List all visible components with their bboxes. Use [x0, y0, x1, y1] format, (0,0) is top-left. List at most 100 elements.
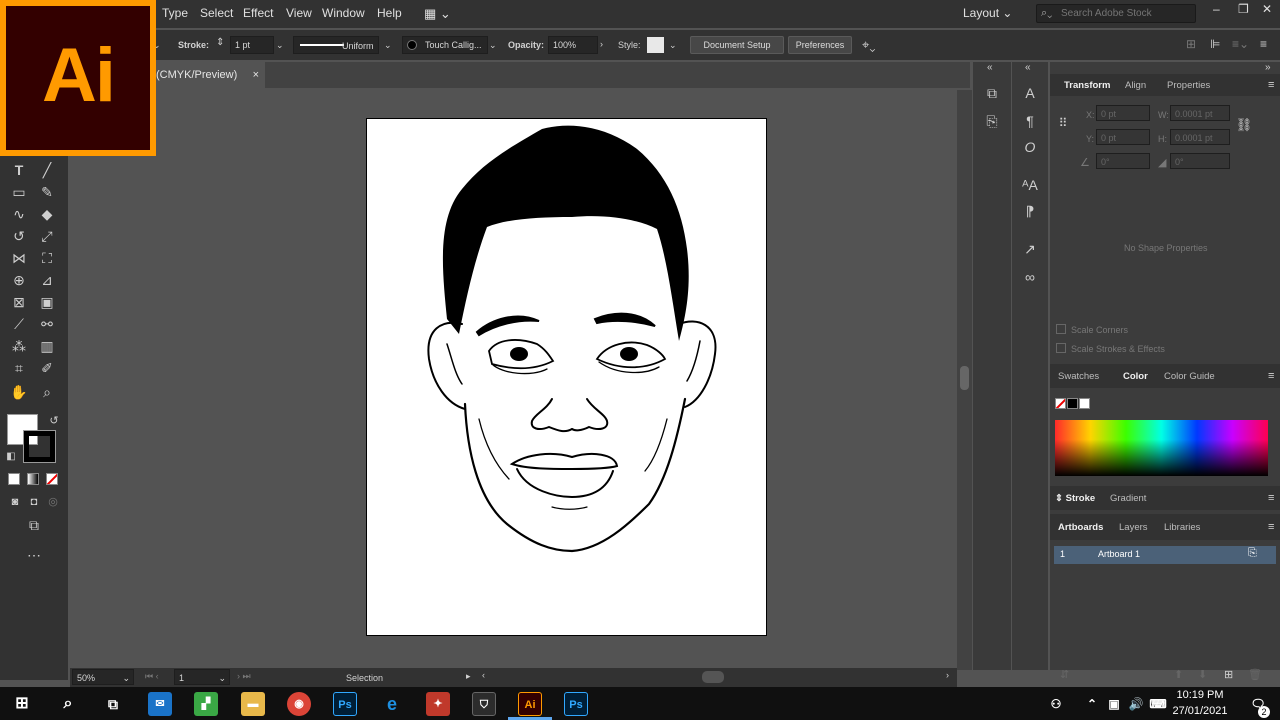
menu-help[interactable]: Help [377, 6, 402, 20]
last-artboard-icon[interactable]: › ⏭ [237, 671, 251, 682]
shaper-tool-icon[interactable]: ∿ [9, 205, 29, 223]
menu-window[interactable]: Window [322, 6, 365, 20]
shear-field[interactable]: 0° [1170, 153, 1230, 169]
menu-type[interactable]: Type [162, 6, 188, 20]
line-tool-icon[interactable]: ╱ [37, 161, 57, 179]
status-menu-icon[interactable]: ▸ [466, 671, 471, 682]
photoshop-icon[interactable]: Ps [333, 692, 357, 716]
tab-layers[interactable]: Layers [1119, 522, 1148, 533]
mesh-tool-icon[interactable]: ⊠ [9, 293, 29, 311]
assets-dock-icon[interactable]: ⎘ [982, 112, 1002, 130]
document-setup-button[interactable]: Document Setup [690, 36, 784, 54]
scroll-left-icon[interactable]: ‹ [482, 670, 485, 680]
color-mode-icon[interactable] [8, 473, 20, 485]
transform-menu-icon[interactable]: ≡ [1268, 79, 1274, 91]
slice-tool-icon[interactable]: ✐ [37, 359, 57, 377]
preferences-button[interactable]: Preferences [788, 36, 852, 54]
x-field[interactable]: 0 pt [1096, 105, 1150, 121]
hand-tool-icon[interactable]: ✋ [9, 383, 29, 401]
w-field[interactable]: 0.0001 pt [1170, 105, 1230, 121]
tab-color-guide[interactable]: Color Guide [1164, 371, 1215, 382]
document-tab[interactable]: (CMYK/Preview) × [150, 62, 265, 88]
h-field[interactable]: 0.0001 pt [1170, 129, 1230, 145]
character-panel-icon[interactable]: A [1020, 84, 1040, 102]
export-icon[interactable]: ↗ [1020, 240, 1040, 258]
zoom-tool-icon[interactable]: ⌕ [37, 383, 57, 401]
move-down-icon[interactable]: ⬇ [1198, 668, 1207, 681]
network-icon[interactable]: ▣ [1102, 692, 1126, 716]
none-swatch[interactable] [1055, 398, 1066, 409]
swap-fill-stroke-icon[interactable]: ↺ [44, 412, 64, 430]
stroke-menu-icon[interactable]: ≡ [1268, 492, 1274, 504]
draw-inside-icon[interactable]: ◎ [43, 493, 63, 511]
blend-tool-icon[interactable]: ⚯ [37, 315, 57, 333]
control-menu-icon[interactable]: ≡⌄ [1232, 37, 1249, 51]
photoshop-taskbar-icon-2[interactable]: Ps [564, 692, 588, 716]
tab-stroke[interactable]: ⇕ Stroke [1055, 493, 1095, 504]
move-up-icon[interactable]: ⬆ [1174, 668, 1183, 681]
free-transform-tool-icon[interactable]: ⛶ [37, 249, 57, 267]
scale-corners-checkbox[interactable] [1056, 324, 1066, 334]
artboard-row-name[interactable]: Artboard 1 [1098, 549, 1140, 559]
tab-swatches[interactable]: Swatches [1058, 371, 1099, 382]
vertical-scrollbar[interactable] [957, 90, 972, 670]
more-tools-icon[interactable]: ⋯ [24, 546, 44, 564]
angle-field[interactable]: 0° [1096, 153, 1150, 169]
edge-icon[interactable]: e [380, 692, 404, 716]
mail-icon[interactable]: ✉ [148, 692, 172, 716]
chrome-icon[interactable]: ◉ [287, 692, 311, 716]
eyedropper-tool-icon[interactable]: ⟋ [9, 315, 29, 333]
panel-menu-icon[interactable]: ≡ [1260, 37, 1267, 51]
rearrange-icon[interactable]: ⇵ [1060, 668, 1069, 681]
tab-color[interactable]: Color [1123, 371, 1148, 382]
scroll-right-icon[interactable]: › [946, 670, 949, 680]
shape-builder-tool-icon[interactable]: ⊕ [9, 271, 29, 289]
close-tab-icon[interactable]: × [253, 62, 259, 88]
app-icon[interactable]: ▞ [194, 692, 218, 716]
draw-normal-icon[interactable]: ◙ [5, 493, 25, 511]
rectangle-tool-icon[interactable]: ▭ [9, 183, 29, 201]
collapse-panels-icon[interactable]: » [1265, 62, 1271, 73]
opacity-field[interactable]: 100% [548, 36, 598, 54]
artboard-canvas[interactable] [366, 118, 767, 636]
artboards-menu-icon[interactable]: ≡ [1268, 521, 1274, 533]
tab-align[interactable]: Align [1125, 80, 1146, 91]
stroke-stepper-icon[interactable]: ⇕ [216, 37, 224, 48]
scale-strokes-checkbox[interactable] [1056, 343, 1066, 353]
gradient-mode-icon[interactable] [27, 473, 39, 485]
style-dropdown-icon[interactable]: ⌄ [669, 40, 677, 51]
artboard-number-field[interactable]: 1 ⌄ [174, 669, 230, 685]
gift-app-icon[interactable]: ✦ [426, 692, 450, 716]
artboard-options-icon[interactable]: ⎘ [1248, 547, 1257, 560]
close-window-icon[interactable]: ✕ [1262, 2, 1272, 16]
type-tool-icon[interactable]: T [9, 161, 29, 179]
artboard-row[interactable]: 1 Artboard 1 ⎘ [1054, 546, 1276, 564]
tab-libraries[interactable]: Libraries [1164, 522, 1200, 533]
taskbar-date[interactable]: 27/01/2021 [1172, 705, 1228, 717]
show-hidden-icons[interactable]: ⌃ [1080, 692, 1104, 716]
collapse-dock2-icon[interactable]: « [1025, 62, 1031, 73]
taskbar-search-icon[interactable]: ⌕ [56, 692, 80, 716]
style-swatch[interactable] [647, 37, 664, 53]
opentype-panel-icon[interactable]: O [1020, 138, 1040, 156]
paragraph-styles-icon[interactable]: ⁋ [1020, 202, 1040, 220]
gradient-tool-icon[interactable]: ▣ [37, 293, 57, 311]
screen-mode-icon[interactable]: ⧉ [24, 516, 44, 534]
keyboard-icon[interactable]: ⌨ [1146, 692, 1170, 716]
new-artboard-icon[interactable]: ⊞ [1224, 668, 1233, 681]
character-styles-icon[interactable]: ᴬA [1020, 176, 1040, 194]
minimize-icon[interactable]: – [1213, 2, 1220, 16]
libraries-dock-icon[interactable]: ⧉ [982, 84, 1002, 102]
perspective-grid-tool-icon[interactable]: ⊿ [37, 271, 57, 289]
search-stock-field[interactable]: ⌕⌄ [1036, 4, 1196, 23]
reference-point-icon[interactable]: ⠿ [1053, 114, 1073, 132]
windows-start-icon[interactable]: ⊞ [10, 692, 34, 716]
stroke-profile-dropdown[interactable]: Uniform [293, 36, 379, 54]
horizontal-scroll-thumb[interactable] [702, 671, 724, 683]
column-graph-tool-icon[interactable]: ▥ [37, 337, 57, 355]
width-tool-icon[interactable]: ⋈ [9, 249, 29, 267]
black-swatch[interactable] [1067, 398, 1078, 409]
white-swatch[interactable] [1079, 398, 1090, 409]
illustrator-taskbar-icon[interactable]: Ai [518, 692, 542, 716]
vertical-scroll-thumb[interactable] [960, 366, 969, 390]
